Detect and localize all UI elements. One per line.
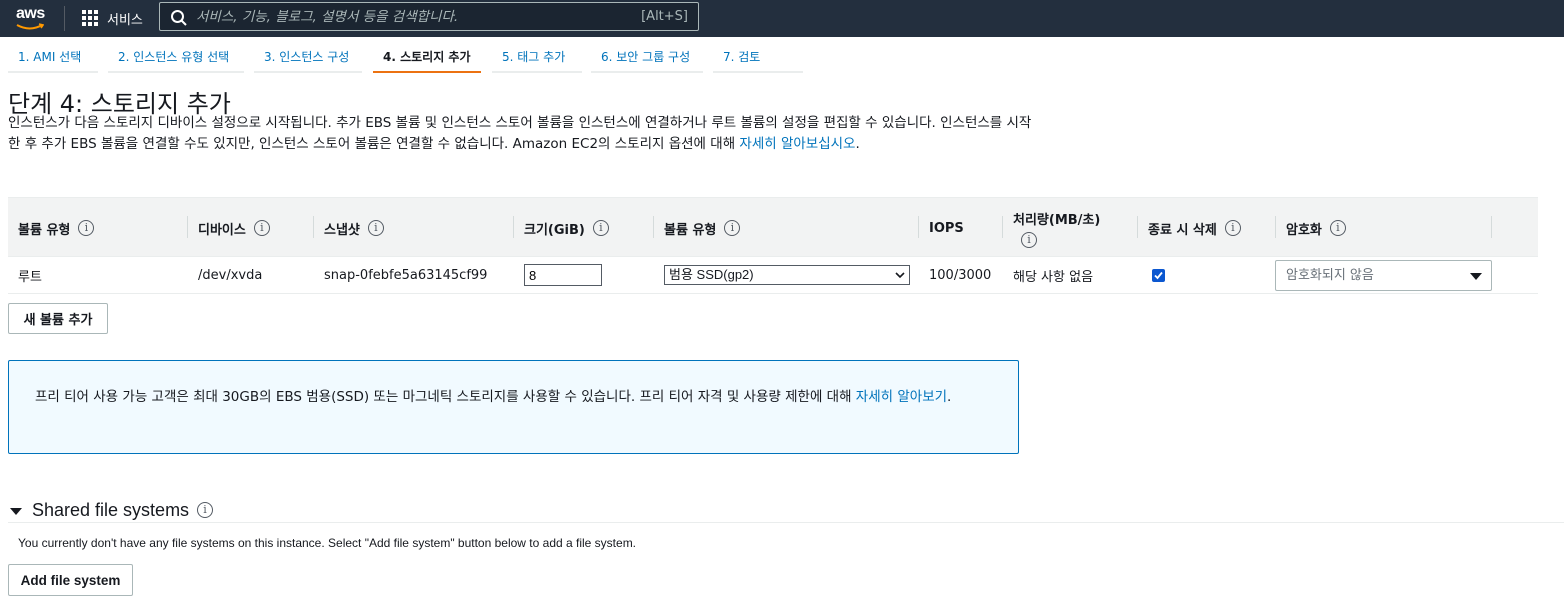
header-delete-on-termination: 종료 시 삭제 i — [1138, 198, 1276, 258]
search-shortcut-hint: [Alt+S] — [641, 9, 688, 24]
add-file-system-button[interactable]: Add file system — [8, 564, 133, 596]
info-icon[interactable]: i — [78, 220, 95, 236]
nav-divider — [64, 6, 65, 31]
info-icon[interactable]: i — [197, 502, 214, 518]
aws-smile-icon — [16, 23, 44, 30]
header-iops: IOPS — [919, 198, 1003, 258]
section-divider — [8, 522, 1564, 523]
header-encryption: 암호화 i — [1276, 198, 1492, 258]
header-device-label: 디바이스 — [198, 222, 246, 238]
services-menu-button[interactable]: 서비스 — [78, 5, 150, 31]
header-snapshot-label: 스냅샷 — [324, 222, 360, 238]
info-icon[interactable]: i — [1329, 220, 1346, 236]
step-security-group[interactable]: 6. 보안 그룹 구성 — [591, 44, 703, 73]
table-header: 볼륨 유형 i 디바이스 i 스냅샷 i 크기(GiB) i 볼륨 유형 i I… — [8, 197, 1538, 257]
header-throughput-label: 처리량(MB/초) — [1013, 212, 1101, 228]
step-review[interactable]: 7. 검토 — [713, 44, 803, 73]
description-text: 인스턴스가 다음 스토리지 디바이스 설정으로 시작됩니다. 추가 EBS 볼륨… — [8, 115, 1032, 152]
info-icon[interactable]: i — [253, 220, 270, 236]
add-volume-button[interactable]: 새 볼륨 추가 — [8, 303, 108, 334]
shared-file-systems-title: Shared file systems — [32, 499, 190, 520]
description-end: . — [855, 136, 860, 152]
cell-encryption: 암호화되지 않음 — [1266, 257, 1492, 293]
header-throughput: 처리량(MB/초) i — [1003, 198, 1138, 258]
info-icon[interactable]: i — [1224, 220, 1241, 236]
step-configure-instance[interactable]: 3. 인스턴스 구성 — [254, 44, 362, 73]
size-input[interactable] — [524, 264, 602, 286]
aws-logo-text: aws — [16, 5, 45, 22]
header-snapshot: 스냅샷 i — [314, 198, 514, 258]
header-delete-label: 종료 시 삭제 — [1148, 222, 1217, 238]
volume-type-select[interactable]: 범용 SSD(gp2) — [664, 265, 910, 285]
learn-more-storage-link[interactable]: 자세히 알아보십시오 — [739, 136, 855, 152]
notice-end: . — [947, 389, 952, 405]
shared-file-systems-toggle[interactable]: Shared file systems i — [10, 498, 214, 522]
cell-ebs-type: 범용 SSD(gp2) — [654, 257, 919, 293]
search-input[interactable] — [196, 3, 636, 30]
header-size-label: 크기(GiB) — [524, 222, 585, 238]
header-ebs-type-label: 볼륨 유형 — [664, 222, 717, 238]
encryption-selected: 암호화되지 않음 — [1286, 267, 1374, 283]
header-iops-label: IOPS — [929, 220, 964, 236]
cell-delete-on-termination — [1138, 257, 1276, 293]
page-description: 인스턴스가 다음 스토리지 디바이스 설정으로 시작됩니다. 추가 EBS 볼륨… — [8, 113, 1038, 155]
info-icon[interactable]: i — [592, 220, 609, 236]
chevron-down-icon — [895, 272, 905, 279]
free-tier-notice-text: 프리 티어 사용 가능 고객은 최대 30GB의 EBS 범용(SSD) 또는 … — [35, 386, 1005, 408]
header-size: 크기(GiB) i — [514, 198, 654, 258]
encryption-select[interactable]: 암호화되지 않음 — [1275, 259, 1492, 291]
caret-down-icon — [1470, 272, 1482, 280]
delete-on-termination-checkbox[interactable] — [1152, 268, 1165, 282]
cell-iops: 100/3000 — [929, 267, 992, 283]
step-add-tags[interactable]: 5. 태그 추가 — [492, 44, 582, 73]
learn-more-free-tier-link[interactable]: 자세히 알아보기 — [856, 389, 947, 405]
info-icon[interactable]: i — [1021, 231, 1037, 248]
cell-volume-type: 루트 — [18, 269, 42, 285]
free-tier-notice: 프리 티어 사용 가능 고객은 최대 30GB의 EBS 범용(SSD) 또는 … — [8, 360, 1019, 454]
table-row: 루트 /dev/xvda snap-0febfe5a63145cf99 범용 S… — [8, 257, 1538, 294]
services-label: 서비스 — [107, 12, 143, 28]
step-ami[interactable]: 1. AMI 선택 — [8, 44, 98, 73]
header-volume-type-label: 볼륨 유형 — [18, 222, 71, 238]
header-ebs-volume-type: 볼륨 유형 i — [654, 198, 919, 258]
header-encryption-label: 암호화 — [1286, 222, 1322, 238]
volume-type-selected: 범용 SSD(gp2) — [669, 267, 754, 282]
step-add-storage[interactable]: 4. 스토리지 추가 — [373, 44, 481, 73]
info-icon[interactable]: i — [367, 220, 384, 236]
aws-logo[interactable]: aws — [12, 4, 52, 32]
cell-device: /dev/xvda — [198, 267, 263, 283]
info-icon[interactable]: i — [724, 220, 741, 236]
caret-down-icon — [10, 507, 22, 515]
cell-throughput: 해당 사항 없음 — [1013, 269, 1094, 285]
notice-text: 프리 티어 사용 가능 고객은 최대 30GB의 EBS 범용(SSD) 또는 … — [35, 389, 856, 405]
cell-size — [514, 257, 654, 293]
search-box[interactable]: [Alt+S] — [159, 2, 699, 31]
grid-icon — [82, 9, 99, 27]
search-icon — [171, 10, 187, 26]
header-volume-type: 볼륨 유형 i — [8, 198, 188, 258]
top-nav-bar: aws 서비스 [Alt+S] — [0, 0, 1564, 37]
check-icon — [1154, 271, 1163, 279]
step-instance-type[interactable]: 2. 인스턴스 유형 선택 — [108, 44, 244, 73]
cell-snapshot: snap-0febfe5a63145cf99 — [324, 267, 488, 283]
shared-file-systems-message: You currently don't have any file system… — [18, 536, 637, 550]
header-device: 디바이스 i — [188, 198, 314, 258]
